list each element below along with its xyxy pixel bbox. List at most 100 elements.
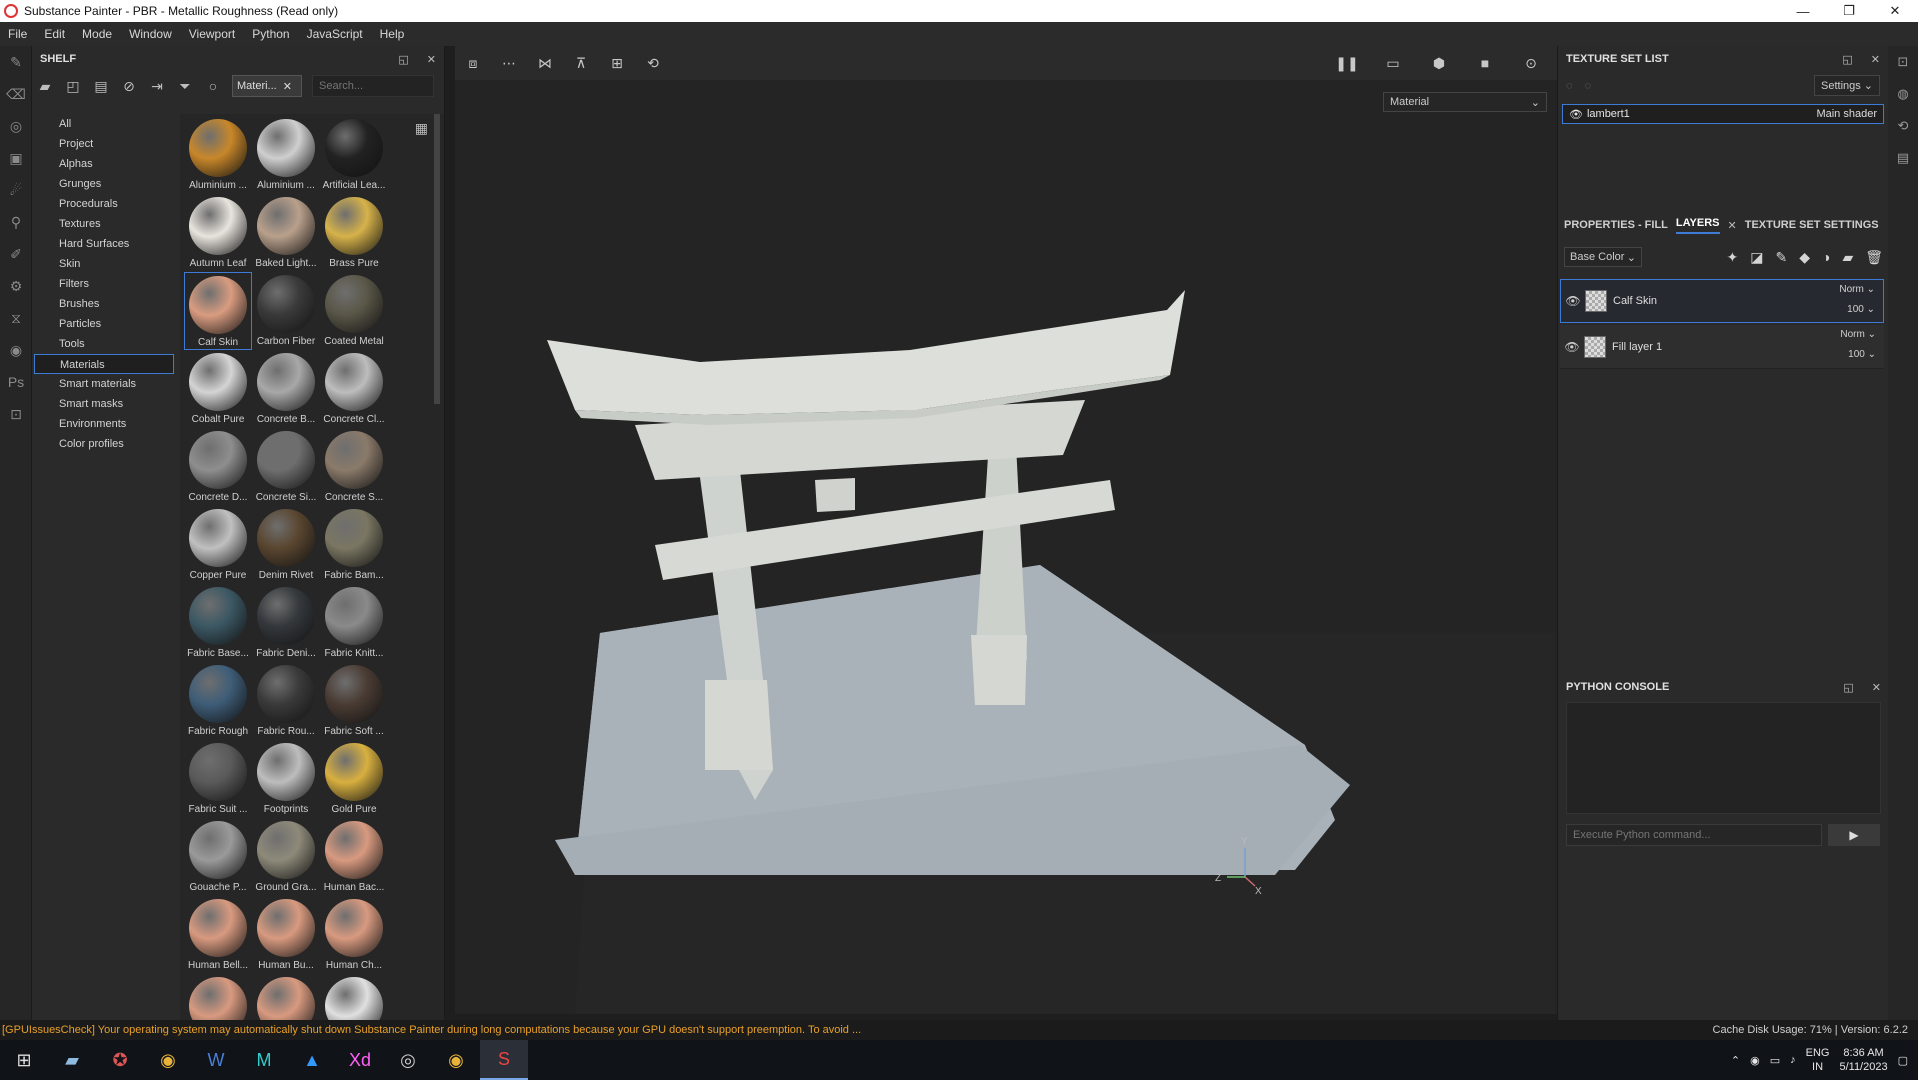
material-thumbnail[interactable]: Fabric Base... bbox=[184, 584, 252, 662]
material-thumbnail[interactable]: Human Ch... bbox=[320, 896, 388, 974]
add-mask-icon[interactable]: ◪ bbox=[1750, 249, 1763, 266]
projection-icon[interactable]: ◎ bbox=[0, 110, 32, 142]
delete-layer-icon[interactable]: 🗑 bbox=[1865, 249, 1883, 266]
eraser-icon[interactable]: ⌫ bbox=[0, 78, 32, 110]
color-picker-icon[interactable]: ✐ bbox=[0, 238, 32, 270]
windows-start-icon[interactable]: ⊞ bbox=[0, 1040, 48, 1080]
category-procedurals[interactable]: Procedurals bbox=[34, 194, 174, 214]
filter-icon[interactable]: ⏷ bbox=[176, 78, 194, 95]
eye-icon[interactable]: 👁 bbox=[1561, 294, 1585, 308]
chevron-up-icon[interactable]: ⌃ bbox=[1731, 1054, 1740, 1067]
screenshot-icon[interactable]: ⊡ bbox=[0, 398, 32, 430]
align-icon[interactable]: ⊼ bbox=[563, 55, 599, 72]
media-app-icon[interactable]: ✪ bbox=[96, 1040, 144, 1080]
photoshop-export-icon[interactable]: Ps bbox=[0, 366, 32, 398]
add-paint-layer-icon[interactable]: ✎ bbox=[1775, 249, 1787, 266]
material-thumbnail[interactable]: Fabric Knitt... bbox=[320, 584, 388, 662]
layer-row-calf-skin[interactable]: 👁 Calf Skin Norm ⌄ 100 ⌄ bbox=[1560, 279, 1884, 323]
3d-view-icon[interactable]: ⬢ bbox=[1421, 55, 1457, 72]
close-panel-icon[interactable]: ✕ bbox=[427, 53, 436, 66]
texture-set-row[interactable]: 👁 lambert1 Main shader bbox=[1562, 104, 1884, 124]
material-thumbnail[interactable]: Gold Pure bbox=[320, 740, 388, 818]
category-smart-materials[interactable]: Smart materials bbox=[34, 374, 174, 394]
pause-icon[interactable]: ❚❚ bbox=[1329, 55, 1365, 72]
new-resource-icon[interactable]: ◰ bbox=[64, 78, 82, 95]
material-thumbnail[interactable]: Artificial Lea... bbox=[320, 116, 388, 194]
material-thumbnail[interactable]: Autumn Leaf bbox=[184, 194, 252, 272]
gpu-warning-message[interactable]: [GPUIssuesCheck] Your operating system m… bbox=[0, 1024, 861, 1036]
category-textures[interactable]: Textures bbox=[34, 214, 174, 234]
material-thumbnail[interactable]: Concrete Si... bbox=[252, 428, 320, 506]
frame-icon[interactable]: ⊞ bbox=[599, 55, 635, 72]
category-environments[interactable]: Environments bbox=[34, 414, 174, 434]
material-thumbnail[interactable]: Aluminium ... bbox=[252, 116, 320, 194]
material-thumbnail[interactable]: Baked Light... bbox=[252, 194, 320, 272]
material-thumbnail[interactable]: Fabric Rou... bbox=[252, 662, 320, 740]
2d-view-icon[interactable]: ▭ bbox=[1375, 55, 1411, 72]
layer-row-fill-layer-1[interactable]: 👁 Fill layer 1 Norm ⌄ 100 ⌄ bbox=[1560, 325, 1884, 369]
menu-file[interactable]: File bbox=[8, 27, 27, 41]
menu-viewport[interactable]: Viewport bbox=[189, 27, 235, 41]
float-panel-icon[interactable]: ◱ bbox=[1842, 53, 1852, 66]
category-tools[interactable]: Tools bbox=[34, 334, 174, 354]
history-icon[interactable]: ⟲ bbox=[635, 55, 671, 72]
material-thumbnail[interactable]: Denim Rivet bbox=[252, 506, 320, 584]
webcam-icon[interactable]: ◉ bbox=[1750, 1054, 1760, 1067]
category-hard-surfaces[interactable]: Hard Surfaces bbox=[34, 234, 174, 254]
close-panel-icon[interactable]: ✕ bbox=[1871, 53, 1880, 66]
material-thumbnail[interactable]: Concrete D... bbox=[184, 428, 252, 506]
chrome-icon[interactable]: ◉ bbox=[432, 1040, 480, 1080]
close-window-button[interactable]: ✕ bbox=[1872, 0, 1918, 22]
add-effect-icon[interactable]: ✦ bbox=[1726, 249, 1738, 266]
library-icon[interactable]: ▤ bbox=[92, 78, 110, 95]
category-particles[interactable]: Particles bbox=[34, 314, 174, 334]
adobe-xd-icon[interactable]: Xd bbox=[336, 1040, 384, 1080]
material-thumbnail[interactable]: Concrete Cl... bbox=[320, 350, 388, 428]
import-icon[interactable]: ⇥ bbox=[148, 78, 166, 95]
material-thumbnail[interactable]: Copper Pure bbox=[184, 506, 252, 584]
material-thumbnail[interactable]: Human Bell... bbox=[184, 896, 252, 974]
opacity-select[interactable]: 100 ⌄ bbox=[1848, 349, 1876, 360]
shader-settings-icon[interactable]: ◍ bbox=[1888, 78, 1918, 110]
close-panel-icon[interactable]: ✕ bbox=[1872, 681, 1881, 694]
bake-settings-icon[interactable]: ⚙ bbox=[0, 270, 32, 302]
menu-help[interactable]: Help bbox=[380, 27, 405, 41]
history-panel-icon[interactable]: ⟲ bbox=[1888, 110, 1918, 142]
category-grunges[interactable]: Grunges bbox=[34, 174, 174, 194]
material-thumbnail[interactable]: Brass Pure bbox=[320, 194, 388, 272]
add-folder-icon[interactable]: ▰ bbox=[1842, 249, 1853, 266]
bounding-box-icon[interactable]: ⧈ bbox=[455, 55, 491, 72]
layer-icon[interactable]: ◉ bbox=[0, 334, 32, 366]
camera-icon[interactable]: ■ bbox=[1467, 55, 1503, 72]
material-thumbnail[interactable]: Footprints bbox=[252, 740, 320, 818]
symmetry-icon[interactable]: ⋈ bbox=[527, 55, 563, 72]
close-tab-icon[interactable]: ✕ bbox=[1728, 219, 1737, 232]
3d-viewport[interactable]: ⧈ ⋯ ⋈ ⊼ ⊞ ⟲ ❚❚ ▭ ⬢ ■ ⊙ Y Z X Material ⌄ bbox=[455, 46, 1557, 1014]
eye-icon[interactable]: 👁 bbox=[1569, 108, 1583, 121]
network-icon[interactable]: ▭ bbox=[1770, 1054, 1780, 1067]
grid-view-icon[interactable]: ▦ bbox=[415, 120, 428, 137]
show-all-icon[interactable]: ◌ bbox=[1566, 80, 1573, 92]
menu-window[interactable]: Window bbox=[129, 27, 172, 41]
texture-set-settings-button[interactable]: Settings ⌄ bbox=[1814, 75, 1880, 96]
material-thumbnail[interactable]: Fabric Bam... bbox=[320, 506, 388, 584]
category-filters[interactable]: Filters bbox=[34, 274, 174, 294]
material-thumbnail[interactable]: Calf Skin bbox=[184, 272, 252, 350]
float-panel-icon[interactable]: ◱ bbox=[1843, 681, 1853, 694]
opacity-select[interactable]: 100 ⌄ bbox=[1847, 304, 1875, 315]
paint-brush-icon[interactable]: ✎ bbox=[0, 46, 32, 78]
python-command-input[interactable] bbox=[1566, 824, 1822, 846]
category-all[interactable]: All bbox=[34, 114, 174, 134]
chrome-icon[interactable]: ◉ bbox=[144, 1040, 192, 1080]
material-thumbnail[interactable]: Human Bu... bbox=[252, 896, 320, 974]
word-icon[interactable]: W bbox=[192, 1040, 240, 1080]
visibility-icon[interactable]: ◌ bbox=[1585, 80, 1592, 92]
tab-properties-fill[interactable]: PROPERTIES - FILL bbox=[1564, 219, 1668, 231]
category-alphas[interactable]: Alphas bbox=[34, 154, 174, 174]
menu-python[interactable]: Python bbox=[252, 27, 289, 41]
materials-filter-chip[interactable]: Materi... ✕ bbox=[232, 75, 302, 97]
material-thumbnail[interactable]: Carbon Fiber bbox=[252, 272, 320, 350]
eye-icon[interactable]: 👁 bbox=[1560, 340, 1584, 354]
polygon-fill-icon[interactable]: ▣ bbox=[0, 142, 32, 174]
circle-filter-icon[interactable]: ○ bbox=[204, 78, 222, 94]
